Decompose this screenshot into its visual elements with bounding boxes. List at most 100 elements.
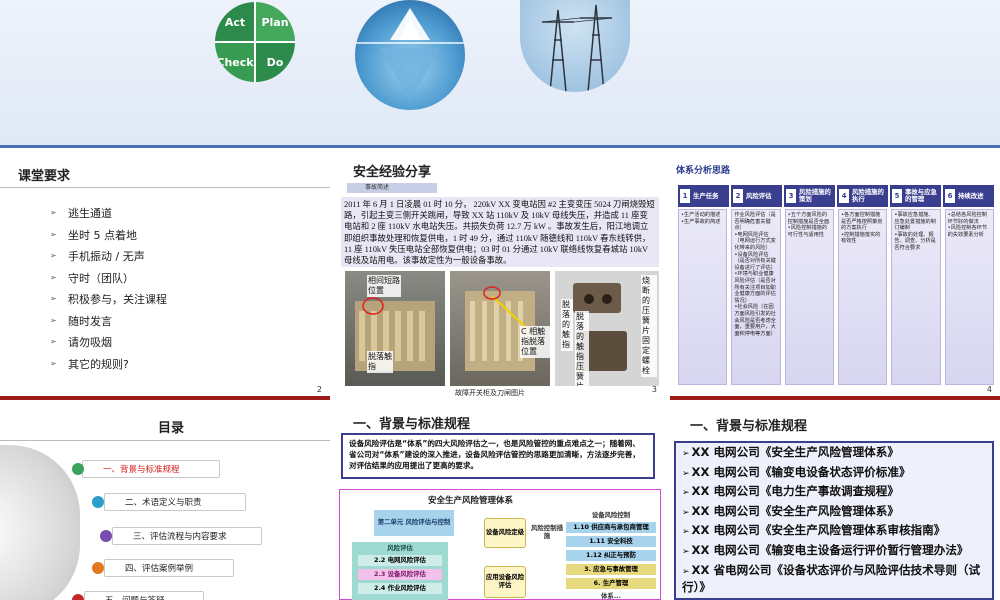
slide-title: 目录 [158,421,185,436]
c3-box: 3. 应急与事故管理 [566,564,656,575]
arrow-bullet-icon: ➢ [50,208,57,217]
standards-list: ➢ XX 电网公司《安全生产风险管理体系》 ➢ XX 电网公司《输变电设备状态评价标… [674,441,994,600]
c112-box: 1.12 纠正与预防 [566,550,656,561]
list-item: ➢ 请勿吸烟 [50,336,112,349]
pdca-do: Do [255,42,295,82]
photo-label: 脱落触指 [367,351,393,373]
more-box: 体系... [600,591,622,600]
arrow-bullet-icon: ➢ [50,229,57,239]
photo-label: 相间短路位置 [367,275,401,297]
arrow-bullet-icon: ➢ [682,546,690,557]
step-detail-4: •各方面控制措施是否严格按照策划的方案执行 •控制措施落实的有效性 [837,209,888,385]
arrow-bullet-icon: ➢ [50,358,57,368]
r22-box: 2.2 电网风险评估 [358,555,442,566]
list-item: ➢ XX 电网公司《输变电主设备运行评价暂行管理办法》 [682,542,969,557]
toc-dot-icon [72,463,84,475]
step-6: 6 持续改进 [943,185,994,207]
banner-slide[interactable]: Act Plan Check Do [0,0,1000,148]
arrow-bullet-icon: ➢ [682,488,690,499]
slide-title: 一、背景与标准规程 [690,419,808,434]
toc-item-1[interactable]: 一、背景与标准规程 [82,460,220,478]
toc-dot-icon [100,530,112,542]
list-item: ➢ 积极参与，关注课程 [50,293,167,306]
c111-box: 1.11 安全科技 [566,536,656,547]
list-item: ➢ XX 电网公司《安全生产风险管理体系审核指南》 [682,523,946,538]
requirements-list: ➢ 逃生通道 ➢ 坐时 5 点着地 ➢ 手机振动 / 无声 ➢ 守时（团队） ➢ 积极参与… [50,205,167,377]
step-details: •生产活动的描述 •生产事故的简述 作业风险评估（是否明确危害关键点） •电网风… [678,209,994,385]
step-3: 3 风险措施的策划 [784,185,835,207]
arrow-bullet-icon: ➢ [50,294,57,303]
list-item: ➢ 守时（团队） [50,271,134,285]
slide-course-requirements[interactable]: 课堂要求 ➢ 逃生通道 ➢ 坐时 5 点着地 ➢ 手机振动 / 无声 ➢ 守时（团队） … [0,155,330,400]
section-tag: 事故简述 [347,183,437,193]
arrow-bullet-icon: ➢ [50,315,57,325]
step-detail-6: •总结各风险控制环节好的做法 •风险控制各环节的失效要素分析 [944,209,994,385]
list-item: ➢ 手机振动 / 无声 [50,250,145,263]
step-detail-3: •五个方面风险的控制措施是否全面 •风险控制措施的可行性与适用性 [784,209,834,385]
step-5: 5 事故与应急的管理 [890,185,941,207]
slide-title: 体系分析思路 [676,166,731,176]
power-tower-image [520,0,630,92]
knife-switch-photo: C 相触指脱落位置 [450,271,550,386]
list-item: ➢ 随时发言 [50,314,112,328]
list-item: ➢ XX 省电网公司《设备状态评价与风险评估技术导则（试行）》 [682,562,981,594]
risk-eval-label: 风险评估 [387,543,413,552]
arrow-bullet-icon: ➢ [682,566,690,577]
photo-label: 脱落的触指 [561,299,573,351]
list-item: ➢ XX 电网公司《安全生产风险管理体系》 [682,503,899,518]
list-item: ➢ XX 电网公司《输变电设备状态评价标准》 [682,464,911,479]
photo-caption: 故障开关柜及刀闸图片 [455,389,525,397]
toc-item-2[interactable]: 二、术语定义与职责 [104,493,246,511]
list-item: ➢ 其它的规则? [50,357,129,371]
slide-table-of-contents[interactable]: 目录 一、背景与标准规程 二、术语定义与职责 三、评估流程与内容要求 四、评估案… [0,407,330,600]
step-detail-5: •事故应急措施、应急处置措施的制订编制 •事故的处理、报告、调查、分析是否符合要… [891,209,941,385]
list-item: ➢ XX 电网公司《电力生产事故调查规程》 [682,484,899,499]
photo-label: 脱落的触指压簧片 [575,311,589,386]
c6-box: 6. 生产管理 [566,578,656,589]
page-number: 2 [316,385,322,394]
pdca-plan: Plan [255,2,295,42]
slide-background-diagram[interactable]: 一、背景与标准规程 设备风险评估是“体系”的四大风险评估之一，也是风险管控的重点… [335,407,665,600]
slide-background-standards[interactable]: 一、背景与标准规程 ➢ XX 电网公司《安全生产风险管理体系》 ➢ XX 电网公司《… [670,407,1000,600]
slide-title: 安全经验分享 [353,165,432,180]
slide-title: 课堂要求 [18,169,71,184]
device-level-box: 设备风险定级 [484,518,526,548]
r24-box: 2.4 作业风险评估 [358,583,442,594]
pdca-check: Check [215,42,255,82]
diagram-title: 安全生产风险管理体系 [428,496,514,506]
photo-label: 烧断的压簧片固定螺栓 [641,275,657,377]
slide-system-analysis[interactable]: 体系分析思路 1 生产任务 2 风险评估 3 风险措施的策划 4 风险措施的执行 5 事故… [670,155,1000,400]
contact-finger-photo: 烧断的压簧片固定螺栓 脱落的触指 脱落的触指压簧片 [555,271,659,386]
list-item: ➢ XX 电网公司《安全生产风险管理体系》 [682,445,899,459]
list-item: ➢ 逃生通道 [50,207,112,220]
toc-item-4[interactable]: 四、评估案例举例 [104,559,234,577]
apply-box: 应用设备风险评估 [484,566,526,598]
arrow-bullet-icon: ➢ [682,527,690,538]
risk-system-diagram: 安全生产风险管理体系 第二单元 风险评估与控制 风险评估 2.2 电网风险评估 … [339,489,661,600]
list-item: ➢ 坐时 5 点着地 [50,228,137,242]
c110-box: 1.10 供应商与承包商管理 [566,522,656,533]
arrow-bullet-icon: ➢ [50,251,57,260]
r23-box: 2.3 设备风险评估 [358,569,442,580]
toc-item-5[interactable]: 五、问题与答疑 [84,591,204,600]
slide-safety-experience[interactable]: 安全经验分享 事故简述 2011 年 6 月 1 日凌晨 01 时 10 分， … [335,155,665,400]
arrow-bullet-icon: ➢ [682,468,690,479]
step-1: 1 生产任务 [678,185,729,207]
switchgear-photo: 相间短路位置 脱落触指 [345,271,445,386]
step-2: 2 风险评估 [731,185,782,207]
toc-dot-icon [72,594,84,600]
toc-dot-icon [92,496,104,508]
arrow-bullet-icon: ➢ [50,272,57,282]
toc-item-3[interactable]: 三、评估流程与内容要求 [112,527,262,545]
slide-title: 一、背景与标准规程 [353,417,471,432]
photo-label: C 相触指脱落位置 [520,326,550,358]
process-steps: 1 生产任务 2 风险评估 3 风险措施的策划 4 风险措施的执行 5 事故与应急的管理 … [678,185,994,207]
arrow-bullet-icon: ➢ [682,507,690,518]
unit2-box: 第二单元 风险评估与控制 [374,510,454,536]
step-detail-1: •生产活动的描述 •生产事故的简述 [678,209,728,385]
ctrl-head: 设备风险控制 [591,510,631,519]
slide-sorter-view: Act Plan Check Do 课堂要求 ➢ 逃生通道 ➢ 坐时 5 点着地… [0,0,1000,600]
page-number: 4 [986,385,992,394]
arrow-bullet-icon: ➢ [50,337,57,346]
step-4: 4 风险措施的执行 [837,185,888,207]
